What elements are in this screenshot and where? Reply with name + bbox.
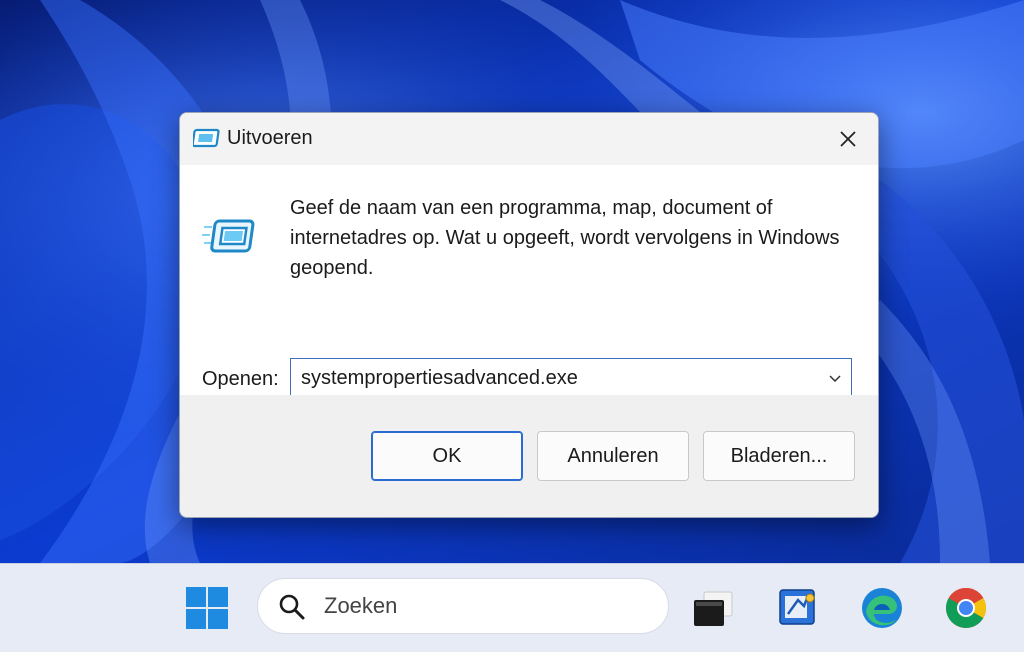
system-app-button[interactable] [774, 584, 822, 632]
browse-button[interactable]: Bladeren... [703, 431, 855, 481]
run-icon [191, 128, 221, 150]
ok-button[interactable]: OK [371, 431, 523, 481]
open-combobox[interactable]: systempropertiesadvanced.exe [290, 358, 852, 398]
system-app-icon [779, 589, 815, 625]
task-view-button[interactable] [690, 584, 738, 632]
windows-start-icon [186, 587, 228, 629]
task-view-icon [694, 591, 733, 626]
run-dialog: Uitvoeren Geef de naam van een programma… [179, 112, 879, 518]
edge-button[interactable] [858, 584, 906, 632]
search-placeholder: Zoeken [324, 593, 398, 618]
close-button[interactable] [818, 113, 878, 165]
close-icon [840, 131, 856, 147]
dialog-titlebar[interactable]: Uitvoeren [180, 113, 878, 165]
run-large-icon [202, 217, 260, 257]
search-icon [278, 593, 306, 621]
open-label: Openen: [202, 368, 279, 390]
start-button[interactable] [183, 584, 231, 632]
taskbar-search[interactable]: Zoeken [257, 578, 669, 634]
chrome-icon [946, 588, 986, 628]
taskbar: Zoeken [0, 563, 1024, 652]
edge-icon [862, 588, 902, 628]
dialog-title: Uitvoeren [227, 127, 313, 149]
open-input[interactable]: systempropertiesadvanced.exe [301, 367, 578, 390]
cancel-button[interactable]: Annuleren [537, 431, 689, 481]
chrome-button[interactable] [942, 584, 990, 632]
dialog-content: Geef de naam van een programma, map, doc… [180, 165, 878, 398]
chevron-down-icon[interactable] [827, 371, 843, 387]
dialog-footer: OK Annuleren Bladeren... [180, 395, 878, 517]
dialog-description: Geef de naam van een programma, map, doc… [290, 197, 840, 279]
